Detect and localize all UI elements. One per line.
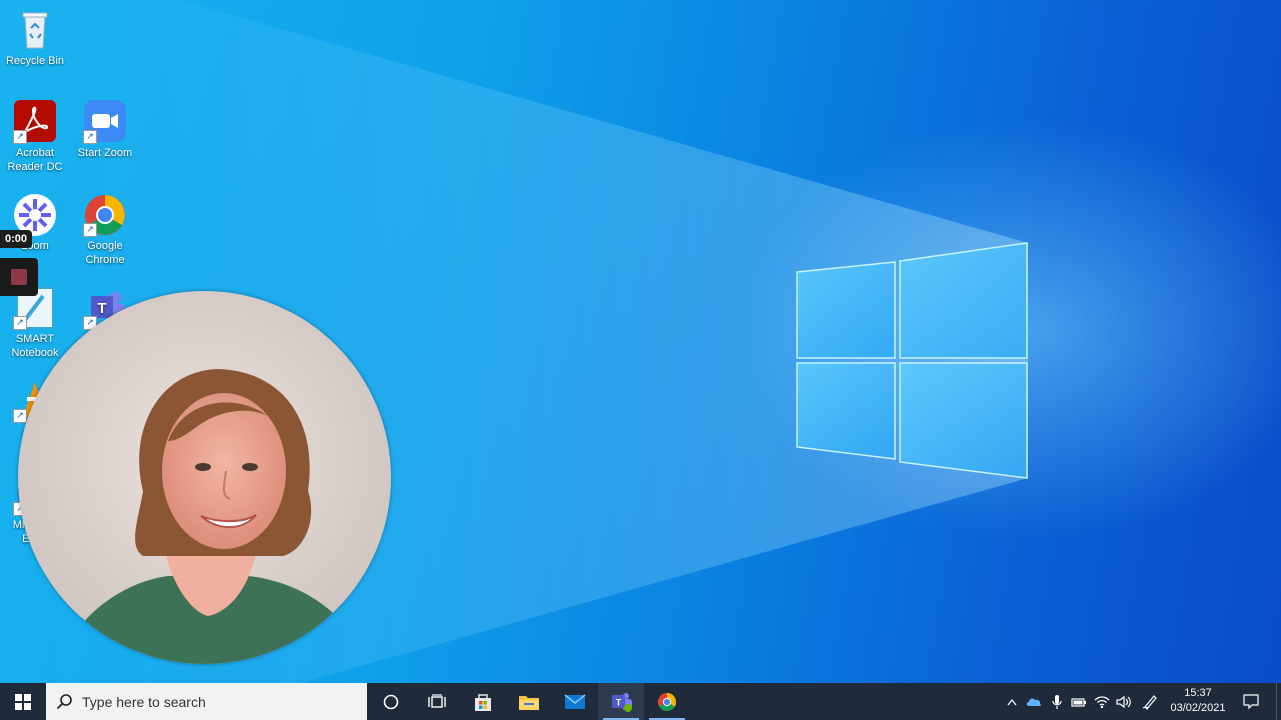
teams-icon: T	[612, 692, 632, 712]
chrome-taskbar-button[interactable]	[644, 683, 690, 720]
action-center-button[interactable]	[1236, 683, 1266, 720]
onedrive-button[interactable]	[1023, 683, 1045, 720]
desktop-icon-label: Google Chrome	[85, 240, 125, 266]
zoom-icon: ↗	[83, 100, 127, 144]
store-icon	[475, 693, 491, 711]
file-explorer-button[interactable]	[506, 683, 552, 720]
microphone-button[interactable]	[1046, 683, 1068, 720]
shortcut-arrow-icon: ↗	[13, 130, 27, 144]
clock-date: 03/02/2021	[1170, 702, 1226, 714]
microphone-icon	[1052, 694, 1062, 709]
pen-icon	[1142, 694, 1157, 710]
search-icon	[56, 693, 72, 709]
pen-workspace-button[interactable]	[1138, 683, 1162, 720]
search-placeholder: Type here to search	[82, 693, 206, 710]
desktop-icon-smart-notebook[interactable]: ↗ SMART Notebook	[0, 286, 70, 360]
store-button[interactable]	[460, 683, 506, 720]
recycle-bin-icon	[13, 8, 57, 52]
chrome-icon	[657, 692, 677, 711]
stop-icon	[11, 269, 27, 285]
webcam-video	[18, 291, 391, 664]
desktop-icon-acrobat[interactable]: ↗ Acrobat Reader DC	[0, 100, 70, 174]
shortcut-arrow-icon: ↗	[13, 409, 27, 423]
cortana-icon	[383, 694, 399, 709]
show-hidden-icons-button[interactable]	[1002, 683, 1022, 720]
shortcut-arrow-icon: ↗	[83, 223, 97, 237]
onedrive-icon	[1026, 698, 1042, 706]
svg-text:T: T	[616, 697, 622, 707]
cortana-button[interactable]	[368, 683, 414, 720]
volume-button[interactable]	[1113, 683, 1135, 720]
mail-button[interactable]	[552, 683, 598, 720]
webcam-bubble[interactable]	[18, 291, 391, 664]
shortcut-arrow-icon: ↗	[13, 316, 27, 330]
desktop-icon-label: Recycle Bin	[5, 55, 65, 67]
windows-start-icon	[15, 693, 31, 710]
wifi-icon	[1094, 695, 1110, 708]
stop-recording-button[interactable]	[0, 258, 38, 296]
desktop-icon-recycle-bin[interactable]: Recycle Bin	[0, 8, 70, 68]
recording-timer: 0:00	[0, 230, 33, 248]
file-explorer-icon	[519, 695, 539, 710]
task-view-button[interactable]	[414, 683, 460, 720]
desktop-icon-google-chrome[interactable]: ↗ Google Chrome	[70, 193, 140, 267]
chevron-up-icon	[1007, 698, 1017, 705]
taskbar-clock[interactable]: 15:37 03/02/2021	[1162, 686, 1234, 716]
battery-button[interactable]	[1068, 683, 1090, 720]
desktop-icon-label: SMART Notebook	[11, 333, 59, 359]
mail-icon	[564, 693, 586, 709]
desktop-background[interactable]: Recycle Bin ↗ Acrobat Reader DC ↗ Start …	[0, 0, 1281, 683]
desktop-icon-start-zoom[interactable]: ↗ Start Zoom	[70, 100, 140, 160]
taskbar-search-box[interactable]: Type here to search	[46, 683, 367, 720]
volume-icon	[1116, 695, 1131, 708]
battery-icon	[1071, 697, 1086, 707]
task-view-icon	[428, 693, 446, 708]
teams-taskbar-button[interactable]: T	[598, 683, 644, 720]
acrobat-icon: ↗	[13, 100, 57, 144]
wifi-button[interactable]	[1091, 683, 1113, 720]
svg-text:T: T	[97, 300, 106, 317]
shortcut-arrow-icon: ↗	[83, 130, 97, 144]
taskbar: Type here to search T 15:37 03/02/2021	[0, 683, 1281, 720]
desktop-icon-label: Acrobat Reader DC	[7, 147, 63, 173]
desktop-icon-label: Start Zoom	[77, 147, 133, 159]
chrome-icon: ↗	[83, 193, 127, 237]
notification-icon	[1243, 693, 1259, 709]
start-button[interactable]	[0, 683, 46, 720]
clock-time: 15:37	[1184, 687, 1212, 699]
show-desktop-button[interactable]	[1276, 683, 1281, 720]
